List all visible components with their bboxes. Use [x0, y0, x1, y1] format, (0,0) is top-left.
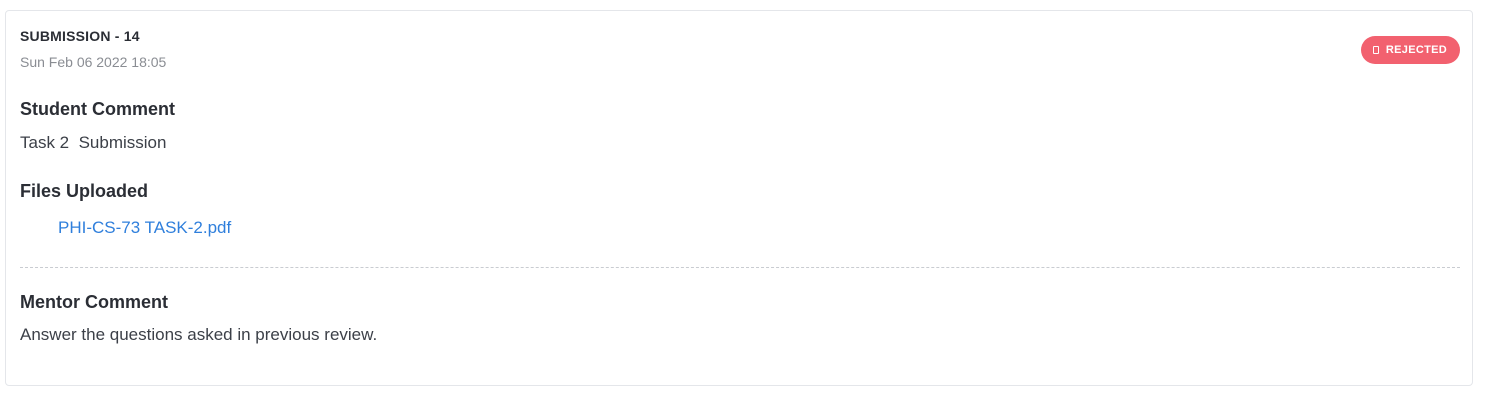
status-badge: REJECTED [1360, 36, 1460, 64]
student-comment-text: Task 2 Submission [20, 133, 167, 152]
mentor-comment-heading: Mentor Comment [20, 292, 168, 312]
submission-header: SUBMISSION - 14 Sun Feb 06 2022 18:05 RE… [20, 27, 1460, 71]
student-comment-heading: Student Comment [20, 99, 175, 119]
files-uploaded-heading: Files Uploaded [20, 181, 149, 201]
submission-card: SUBMISSION - 14 Sun Feb 06 2022 18:05 RE… [5, 10, 1473, 386]
file-link[interactable]: PHI-CS-73 TASK-2.pdf [58, 217, 231, 239]
document-icon [1372, 46, 1379, 54]
submission-date: Sun Feb 06 2022 18:05 [20, 54, 167, 70]
mentor-comment-text: Answer the questions asked in previous r… [20, 325, 378, 344]
section-divider [20, 267, 1460, 268]
submission-title: SUBMISSION - 14 [20, 28, 140, 44]
status-badge-label: REJECTED [1385, 44, 1447, 56]
